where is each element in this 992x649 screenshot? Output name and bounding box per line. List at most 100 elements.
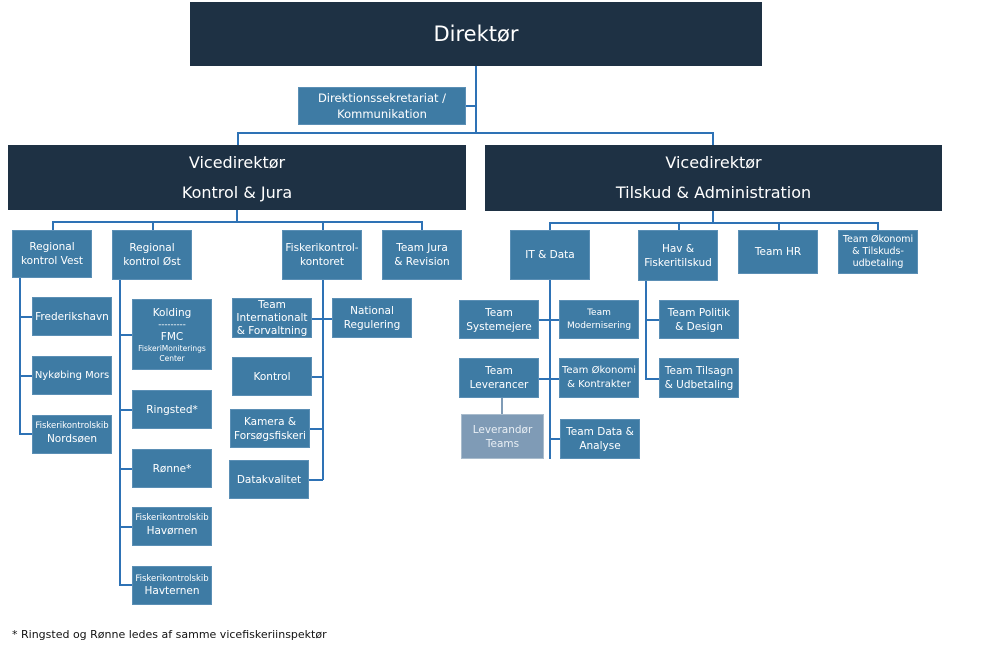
box-havornen: Fiskerikontrolskib Havørnen	[132, 507, 212, 546]
connector	[539, 378, 559, 380]
box-team-systemejere: Team Systemejere	[459, 300, 539, 339]
connector	[539, 319, 559, 321]
vice-right-title: Vicedirektør	[665, 153, 762, 172]
box-nykobing-mors: Nykøbing Mors	[32, 356, 112, 395]
unit-jura: Team Jura & Revision	[382, 230, 462, 280]
box-kontrol: Kontrol	[232, 357, 312, 396]
connector	[237, 132, 239, 145]
unit-team-okonomi: Team Økonomi & Tilskuds- udbetaling	[838, 230, 918, 274]
connector	[877, 222, 879, 230]
connector	[549, 222, 551, 230]
box-label: Team Modernisering	[566, 307, 632, 331]
director-title: Direktør	[433, 22, 519, 46]
box-label: Nordsøen	[46, 433, 98, 445]
unit-label: Team Økonomi & Tilskuds- udbetaling	[842, 234, 914, 269]
secretariat-box: Direktionssekretariat / Kommunikation	[298, 87, 466, 125]
box-label: Team Systemejere	[466, 306, 532, 333]
box-nordsoen: Fiskerikontrolskib Nordsøen	[32, 415, 112, 454]
connector	[421, 221, 423, 230]
connector	[322, 280, 324, 480]
box-label: Fiskerikontrolskib	[135, 573, 209, 584]
separator: ---------	[158, 319, 186, 330]
unit-team-hr: Team HR	[738, 230, 818, 274]
unit-fiskerikontrol: Fiskerikontrol- kontoret	[282, 230, 362, 280]
box-label: Nykøbing Mors	[34, 369, 110, 381]
unit-regional-oest: Regional kontrol Øst	[112, 230, 192, 280]
connector	[501, 398, 503, 414]
box-team-modernisering: Team Modernisering	[559, 300, 639, 339]
connector	[19, 316, 32, 318]
box-havternen: Fiskerikontrolskib Havternen	[132, 566, 212, 605]
unit-label: IT & Data	[525, 249, 575, 261]
connector	[312, 318, 332, 320]
vice-director-right: Vicedirektør Tilskud & Administration	[485, 145, 942, 211]
connector	[119, 468, 132, 470]
connector	[549, 280, 551, 459]
connector	[19, 278, 21, 435]
connector	[475, 66, 477, 134]
unit-it-data: IT & Data	[510, 230, 590, 280]
connector	[678, 222, 680, 230]
box-leverandor-teams: Leverandør Teams	[461, 414, 544, 459]
box-label: Kolding	[152, 306, 192, 319]
box-team-data-analyse: Team Data & Analyse	[560, 419, 640, 459]
vice-director-left: Vicedirektør Kontrol & Jura	[8, 145, 466, 210]
footnote: * Ringsted og Rønne ledes af samme vicef…	[12, 628, 327, 641]
connector	[310, 428, 322, 430]
unit-hav-fiskeritilskud: Hav & Fiskeritilskud	[638, 230, 718, 281]
secretariat-label: Direktionssekretariat / Kommunikation	[317, 91, 447, 121]
box-label: Team Økonomi & Kontrakter	[561, 365, 636, 390]
box-label: Leverandør Teams	[472, 423, 533, 450]
box-label: Fiskerikontrolskib	[135, 513, 209, 523]
connector	[549, 222, 879, 224]
box-label: Frederikshavn	[35, 310, 109, 323]
box-label: Kontrol	[253, 370, 291, 383]
connector	[52, 221, 423, 223]
box-frederikshavn: Frederikshavn	[32, 297, 112, 336]
vice-left-title: Vicedirektør	[188, 152, 286, 172]
connector	[119, 409, 132, 411]
connector	[645, 281, 647, 379]
box-team-internationalt: Team Internationalt & Forvaltning	[232, 298, 312, 338]
box-label: Team Tilsagn & Udbetaling	[664, 365, 734, 391]
unit-label: Regional kontrol Øst	[123, 242, 181, 268]
box-label: Rønne*	[152, 462, 192, 475]
box-kolding-fmc: Kolding --------- FMC FiskeriMoniterings Ce…	[132, 299, 212, 370]
director-box: Direktør	[190, 2, 762, 66]
box-label: Ringsted*	[146, 403, 198, 416]
box-label: Havternen	[144, 584, 200, 597]
connector	[645, 319, 659, 321]
box-team-okonomi-kontrakter: Team Økonomi & Kontrakter	[559, 358, 639, 398]
box-kamera: Kamera & Forsøgsfiskeri	[230, 409, 310, 448]
box-label: Team Internationalt & Forvaltning	[236, 298, 308, 337]
connector	[119, 584, 132, 586]
connector	[119, 526, 132, 528]
unit-label: Regional kontrol Vest	[20, 241, 84, 267]
box-datakvalitet: Datakvalitet	[229, 460, 309, 499]
connector	[237, 132, 714, 134]
box-label: Kamera & Forsøgsfiskeri	[234, 415, 306, 442]
connector	[19, 433, 32, 435]
box-ringsted: Ringsted*	[132, 390, 212, 429]
box-label: Havørnen	[146, 525, 198, 537]
unit-label: Team HR	[754, 246, 802, 258]
unit-label: Fiskerikontrol- kontoret	[285, 242, 359, 268]
connector	[549, 438, 560, 440]
connector	[309, 479, 323, 481]
connector	[322, 221, 324, 230]
unit-label: Hav & Fiskeritilskud	[644, 242, 712, 269]
box-label: Team Leverancer	[469, 365, 529, 391]
connector	[119, 334, 132, 336]
box-label: FMC	[160, 330, 184, 343]
connector	[645, 378, 659, 380]
connector	[312, 376, 322, 378]
unit-regional-vest: Regional kontrol Vest	[12, 230, 92, 278]
box-label: Team Data & Analyse	[566, 426, 634, 452]
box-ronne: Rønne*	[132, 449, 212, 488]
box-label: Fiskerikontrolskib	[35, 421, 109, 431]
box-team-politik-design: Team Politik & Design	[659, 300, 739, 339]
box-team-tilsagn-udbetaling: Team Tilsagn & Udbetaling	[659, 358, 739, 398]
box-label: FiskeriMoniterings Center	[138, 343, 206, 363]
box-team-leverancer: Team Leverancer	[459, 358, 539, 398]
box-label: Datakvalitet	[236, 473, 302, 486]
